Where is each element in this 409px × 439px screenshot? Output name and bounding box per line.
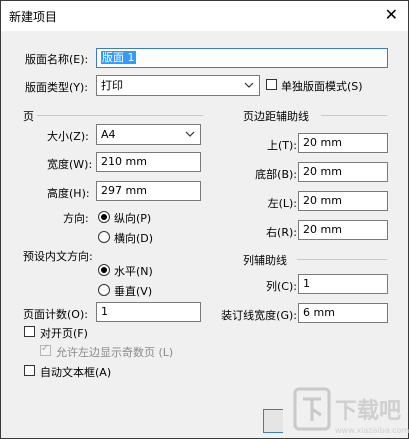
horizontal-label: 水平(N) (114, 265, 153, 278)
page-section-divider (37, 115, 203, 116)
column-guides-divider (297, 259, 387, 260)
width-input[interactable]: 210 mm (96, 152, 201, 172)
portrait-radio[interactable] (98, 211, 110, 223)
margins-section-heading: 页边距辅助线 (243, 110, 309, 123)
auto-text-frame-label: 自动文本框(A) (40, 366, 112, 379)
margin-left-input[interactable]: 20 mm (298, 191, 388, 211)
vertical-radio[interactable] (98, 284, 110, 296)
layout-name-value: 版面 1 (101, 51, 136, 64)
landscape-radio[interactable] (98, 231, 110, 243)
margin-bottom-label: 底部(B): (255, 168, 297, 181)
gutter-label: 装订线宽度(G): (221, 309, 297, 322)
layout-name-label: 版面名称(E): (25, 53, 89, 66)
dialog-title: 新建项目 (9, 10, 58, 24)
portrait-label: 纵向(P) (114, 212, 152, 225)
chevron-down-icon (185, 131, 195, 137)
check-icon: ✓ (41, 343, 50, 354)
vertical-label: 垂直(V) (114, 285, 153, 298)
height-label: 高度(H): (47, 187, 90, 200)
columns-input[interactable]: 1 (298, 274, 388, 294)
layout-type-label: 版面类型(Y): (25, 81, 89, 94)
margin-left-label: 左(L): (267, 197, 297, 210)
layout-type-value: 打印 (101, 79, 123, 92)
facing-pages-label: 对开页(F) (40, 327, 88, 340)
allow-left-odd-label: 允许左边显示奇数页 (L) (56, 346, 174, 359)
margin-right-label: 右(R): (266, 226, 297, 239)
layout-type-select[interactable]: 打印 (96, 75, 260, 96)
single-layout-mode-checkbox[interactable] (266, 79, 277, 90)
gutter-input[interactable]: 6 mm (298, 303, 388, 323)
close-icon[interactable]: ✕ (385, 5, 398, 25)
margin-top-label: 上(T): (266, 139, 297, 152)
columns-label: 列(C): (266, 280, 297, 293)
watermark-logo: 下载吧 www.xiazaiba.com (293, 387, 409, 435)
page-size-select[interactable]: A4 (96, 124, 201, 145)
new-project-dialog: 新建项目 ✕ 版面名称(E): 版面 1 版面类型(Y): 打印 单独版面模式(… (0, 0, 409, 439)
watermark-url: www.xiazaiba.com (335, 426, 409, 435)
page-count-input[interactable]: 1 (96, 302, 201, 322)
margin-top-input[interactable]: 20 mm (298, 133, 388, 153)
text-direction-label: 预设内文方向: (23, 250, 93, 263)
page-section-heading: 页 (23, 110, 34, 123)
margin-right-input[interactable]: 20 mm (298, 220, 388, 240)
allow-left-odd-checkbox[interactable]: ✓ (40, 343, 51, 356)
chevron-down-icon (244, 82, 254, 88)
layout-name-input[interactable]: 版面 1 (96, 48, 388, 68)
height-input[interactable]: 297 mm (96, 181, 201, 201)
page-count-label: 页面计数(O): (23, 308, 88, 321)
title-bar: 新建项目 ✕ (1, 1, 408, 31)
size-label: 大小(Z): (47, 130, 89, 143)
ok-button[interactable] (263, 409, 283, 433)
margin-bottom-input[interactable]: 20 mm (298, 162, 388, 182)
horizontal-radio[interactable] (98, 264, 110, 276)
width-label: 宽度(W): (47, 158, 93, 171)
auto-text-frame-checkbox[interactable] (24, 365, 35, 376)
single-layout-mode-label: 单独版面模式(S) (281, 80, 363, 93)
orientation-label: 方向: (63, 212, 89, 225)
watermark-text: 下载吧 (335, 398, 401, 424)
facing-pages-checkbox[interactable] (24, 326, 35, 337)
margins-section-divider (321, 115, 387, 116)
column-guides-heading: 列辅助线 (243, 254, 287, 267)
landscape-label: 横向(D) (114, 232, 154, 245)
page-size-value: A4 (101, 128, 116, 141)
